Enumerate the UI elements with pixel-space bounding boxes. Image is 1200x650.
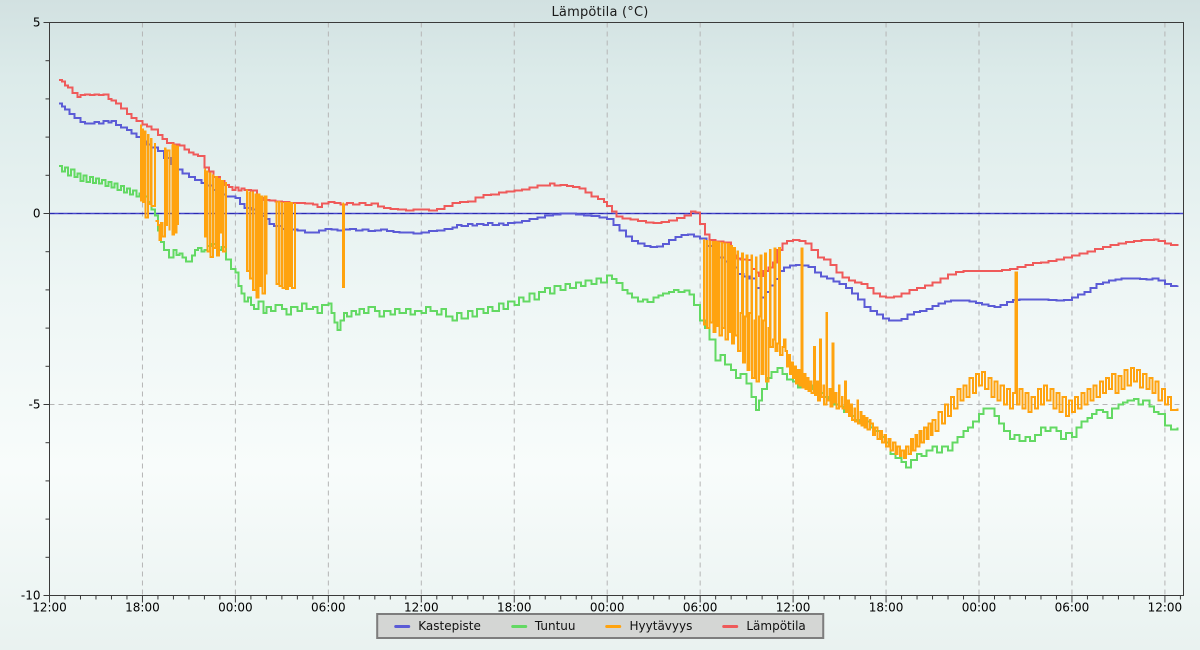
x-tick-label: 12:00 bbox=[32, 601, 67, 615]
legend-label-lampotila: Lämpötila bbox=[746, 619, 805, 633]
legend-item-tuntuu: Tuntuu bbox=[511, 619, 576, 633]
series-path-hyytvyys bbox=[204, 170, 226, 257]
series-path-hyytvyys bbox=[246, 191, 266, 298]
legend-label-tuntuu: Tuntuu bbox=[535, 619, 576, 633]
x-tick-label: 06:00 bbox=[1055, 601, 1090, 615]
plot-frame bbox=[50, 23, 1184, 596]
kastepiste-line-swatch bbox=[394, 625, 410, 628]
legend: Kastepiste Tuntuu Hyytävyys Lämpötila bbox=[376, 613, 824, 639]
legend-item-hyytavyys: Hyytävyys bbox=[606, 619, 693, 633]
series-path-hyytvyys bbox=[703, 240, 1177, 458]
y-tick-label: -5 bbox=[29, 398, 41, 412]
legend-item-kastepiste: Kastepiste bbox=[394, 619, 481, 633]
legend-label-kastepiste: Kastepiste bbox=[418, 619, 481, 633]
tuntuu-line-swatch bbox=[511, 625, 527, 628]
x-tick-label: 00:00 bbox=[962, 601, 997, 615]
lampotila-line-swatch bbox=[722, 625, 738, 628]
plot-svg: 12:00 18:00 00:00 06:00 12:00 18:00 00:00 06:00… bbox=[0, 0, 1200, 650]
series-path-hyytvyys bbox=[172, 145, 178, 235]
series-path-hyytvyys bbox=[342, 204, 344, 288]
x-tick-label: 00:00 bbox=[218, 601, 253, 615]
x-tick-label: 18:00 bbox=[125, 601, 160, 615]
y-tick-label: 5 bbox=[33, 16, 41, 30]
y-tick-label: 0 bbox=[33, 207, 41, 221]
legend-label-hyytavyys: Hyytävyys bbox=[630, 619, 693, 633]
x-tick-label: 18:00 bbox=[869, 601, 904, 615]
hyytavyys-line-swatch bbox=[606, 625, 622, 628]
x-tick-label: 06:00 bbox=[311, 601, 346, 615]
screenshot-root: { "chart": { "title": "Lämpötila (°C)", … bbox=[0, 0, 1200, 650]
legend-item-lampotila: Lämpötila bbox=[722, 619, 805, 633]
x-tick-label: 12:00 bbox=[1148, 601, 1183, 615]
y-tick-label: -10 bbox=[21, 589, 41, 603]
series-path-hyytvyys bbox=[276, 202, 295, 289]
